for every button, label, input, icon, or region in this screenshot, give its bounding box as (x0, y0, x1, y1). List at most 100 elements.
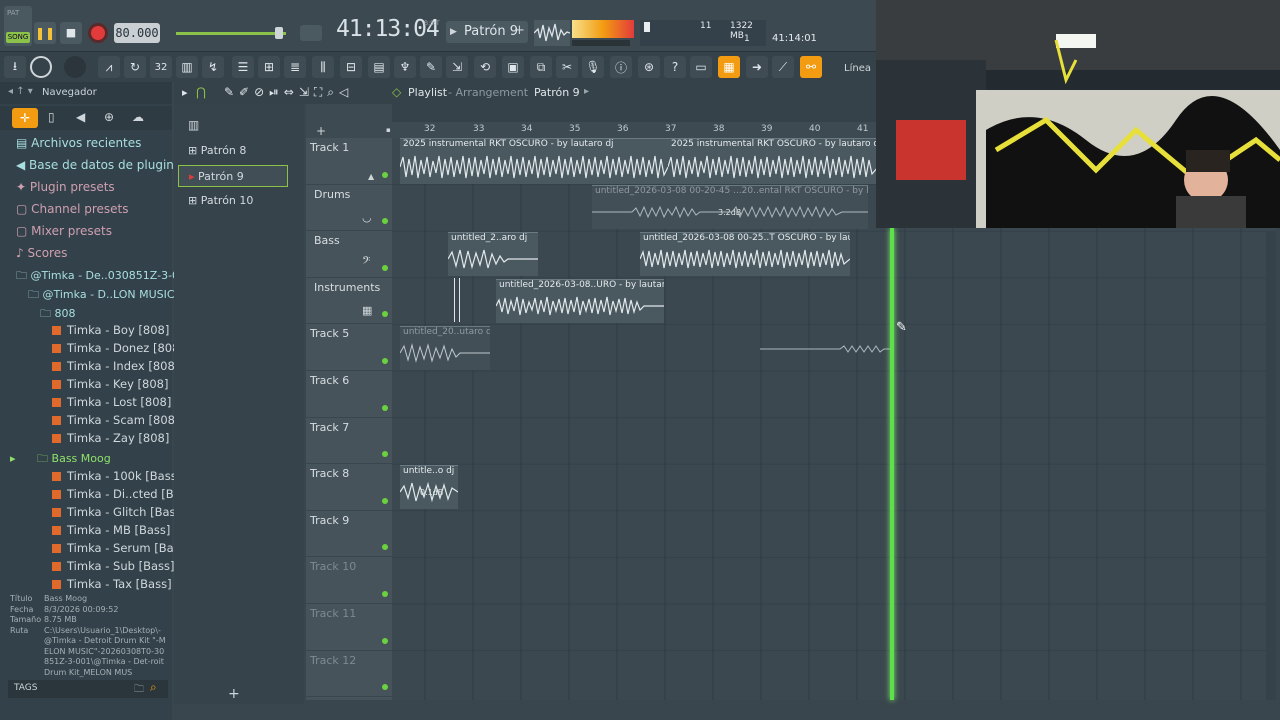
track-header[interactable]: Track 7 (306, 418, 392, 465)
speaker-filter-icon[interactable]: ◀ (76, 110, 85, 124)
pause-button[interactable]: ❚❚ (34, 22, 56, 44)
browser-folder-808[interactable]: 🗀 808 (40, 305, 76, 324)
folder-icon[interactable]: 🗀 (134, 682, 144, 699)
pattern-prev-icon[interactable]: ▶ (450, 27, 457, 37)
track-mute-led[interactable] (382, 264, 388, 271)
track-mute-led[interactable] (382, 357, 388, 364)
track-mute-led[interactable] (382, 171, 388, 178)
arrow-right-icon[interactable]: ➜ (746, 56, 768, 78)
wand-icon[interactable]: ⟋ (772, 56, 794, 78)
vertical-scrollbar[interactable] (1266, 232, 1276, 700)
track-header[interactable]: Instruments ▦ (306, 278, 392, 325)
browser-file[interactable]: Timka - Lost [808] (52, 395, 171, 409)
cut-tool-icon[interactable]: ✂ (556, 56, 578, 78)
browser-file[interactable]: Timka - Key [808] (52, 377, 168, 391)
browser-file[interactable]: Timka - MB [Bass] (52, 523, 170, 537)
browser-item-recent[interactable]: ▤ Archivos recientes (16, 136, 141, 150)
add-track-icon[interactable]: + (316, 124, 326, 138)
undo-history-icon[interactable]: ⟲ (474, 56, 496, 78)
song-pat-toggle[interactable]: PAT SONG (4, 6, 32, 46)
track-header[interactable]: Track 1 ▲ (306, 138, 392, 185)
timeline-ruler[interactable]: 32 33 34 35 36 37 38 39 40 41 (392, 122, 876, 138)
pattern-arrow-icon[interactable]: ▸ (584, 86, 589, 97)
audio-clip[interactable]: untitled_2..aro dj (448, 232, 538, 276)
master-volume-slider[interactable] (176, 32, 286, 35)
playlist-tools-icons[interactable]: ✎✐⊘⏯⇔⇲⛶⌕◁ (224, 85, 353, 100)
mixer-icon[interactable]: ☰ (232, 56, 254, 78)
audio-clip[interactable]: untitled_2026-03-08 00-25..T OSCURO - by… (640, 232, 850, 276)
help-icon[interactable]: ? (664, 56, 686, 78)
browser-file[interactable]: Timka - Donez [808] (52, 341, 184, 355)
track-header[interactable]: Track 10 (306, 557, 392, 604)
plugin-picker-icon[interactable]: ♆ (394, 56, 416, 78)
audio-clip[interactable]: untitle..o dj 0.1dB (400, 465, 458, 509)
browser-item-scores[interactable]: ♪ Scores (16, 246, 67, 260)
audio-clip-muted[interactable]: untitled_2026-03-08 00-20-45 ...20..enta… (592, 185, 868, 229)
files-filter-icon[interactable]: ▯ (48, 110, 55, 124)
snap-select[interactable]: Línea (828, 63, 871, 74)
track-header[interactable]: Track 5 (306, 324, 392, 371)
pattern-item[interactable]: ⊞ Patrón 10 (178, 190, 288, 212)
browser-file[interactable]: Timka - Scam [808] (52, 413, 179, 427)
track-mute-led[interactable] (382, 218, 388, 225)
browser-item-channel-presets[interactable]: ▢ Channel presets (16, 202, 129, 216)
master-volume-knob[interactable] (275, 27, 283, 39)
plugin-filter-icon[interactable]: ⊕ (104, 110, 114, 124)
browser-file[interactable]: Timka - Glitch [Bass] (52, 505, 186, 519)
audio-clip[interactable]: 2025 instrumental RKT OSCURO - by lautar… (668, 138, 878, 184)
track-header[interactable]: Bass 𝄢 (306, 231, 392, 278)
track-header[interactable]: Drums ◡ (306, 185, 392, 232)
browser-file[interactable]: Timka - 100k [Bass] (52, 469, 181, 483)
microphone-icon[interactable]: 🎙 (582, 56, 604, 78)
browser-file[interactable]: Timka - Index [808] (52, 359, 179, 373)
track-collapse-icon[interactable]: ▲ (368, 172, 374, 181)
browser-folder-melon[interactable]: 🗀 @Timka - D..LON MUSIC_ (28, 286, 180, 305)
options-arrow-icon[interactable]: ▸ (182, 86, 188, 99)
pattern-add-icon[interactable]: + (514, 23, 525, 38)
track-header[interactable]: Track 8 (306, 464, 392, 511)
track-mute-led[interactable] (382, 311, 388, 318)
piano-roll-icon[interactable]: ≣ (284, 56, 306, 78)
browser-item-mixer-presets[interactable]: ▢ Mixer presets (16, 224, 112, 238)
browser-item-plugin-presets[interactable]: ✦ Plugin presets (16, 180, 115, 194)
track-header[interactable]: Track 12 (306, 651, 392, 698)
track-mute-led[interactable] (382, 497, 388, 504)
project-picker-icon[interactable]: ▤ (368, 56, 390, 78)
track-mute-led[interactable] (382, 544, 388, 551)
browser-file[interactable]: Timka - Tax [Bass] (52, 577, 172, 591)
scroll-overview[interactable] (392, 104, 876, 122)
browser-file[interactable]: Timka - Sub [Bass] (52, 559, 174, 573)
add-pattern-icon[interactable]: + (228, 686, 240, 702)
track-mute-led[interactable] (382, 404, 388, 411)
browser-item-plugin-db[interactable]: ◀ Base de datos de plugins (16, 158, 180, 172)
audio-clip-muted[interactable]: untitled_20..utaro dj (400, 326, 490, 370)
cloud-filter-icon[interactable]: ☁ (132, 110, 144, 124)
learn-icon[interactable]: ⊛ (638, 56, 660, 78)
track-header[interactable]: Track 6 (306, 371, 392, 418)
countdown-knob-icon[interactable] (64, 56, 86, 78)
channel-rack-icon[interactable]: ⊞ (258, 56, 280, 78)
browser-file[interactable]: Timka - Serum [Bass] (52, 541, 190, 555)
track-mute-led[interactable] (382, 684, 388, 691)
search-icon[interactable]: ⌕ (150, 680, 157, 695)
link-icon[interactable]: ⚯ (800, 56, 822, 78)
record-button[interactable] (88, 23, 108, 43)
playlist-play-icon[interactable]: ◇ (392, 85, 401, 99)
all-filter-icon[interactable]: ✛ (12, 108, 38, 128)
playlist-icon[interactable]: ⫼ (312, 56, 334, 78)
browser-folder-timka[interactable]: 🗀 @Timka - De..030851Z-3-001 (16, 267, 193, 286)
save-download-icon[interactable]: ⭳ (4, 56, 26, 78)
edison-icon[interactable]: ✎ (420, 56, 442, 78)
magnet-snap-icon[interactable]: ⋂ (196, 85, 206, 99)
tags-bar[interactable]: TAGS 🗀 ⌕ (8, 680, 168, 698)
browser-folder-bass-moog[interactable]: ▸ 🗀 Bass Moog (10, 450, 111, 469)
browser-file[interactable]: Timka - Zay [808] (52, 431, 169, 445)
render-icon[interactable]: ⧉ (530, 56, 552, 78)
piano-keys-icon[interactable]: ▦ (718, 56, 740, 78)
metronome-knob-icon[interactable] (30, 56, 52, 78)
tempo-display[interactable]: 80.000 (114, 23, 160, 43)
picker-grid-icon[interactable]: ▥ (188, 118, 199, 132)
fx-icon[interactable]: ⇲ (446, 56, 468, 78)
playhead[interactable] (890, 228, 894, 700)
pattern-item-selected[interactable]: ▸ Patrón 9 (178, 165, 288, 187)
